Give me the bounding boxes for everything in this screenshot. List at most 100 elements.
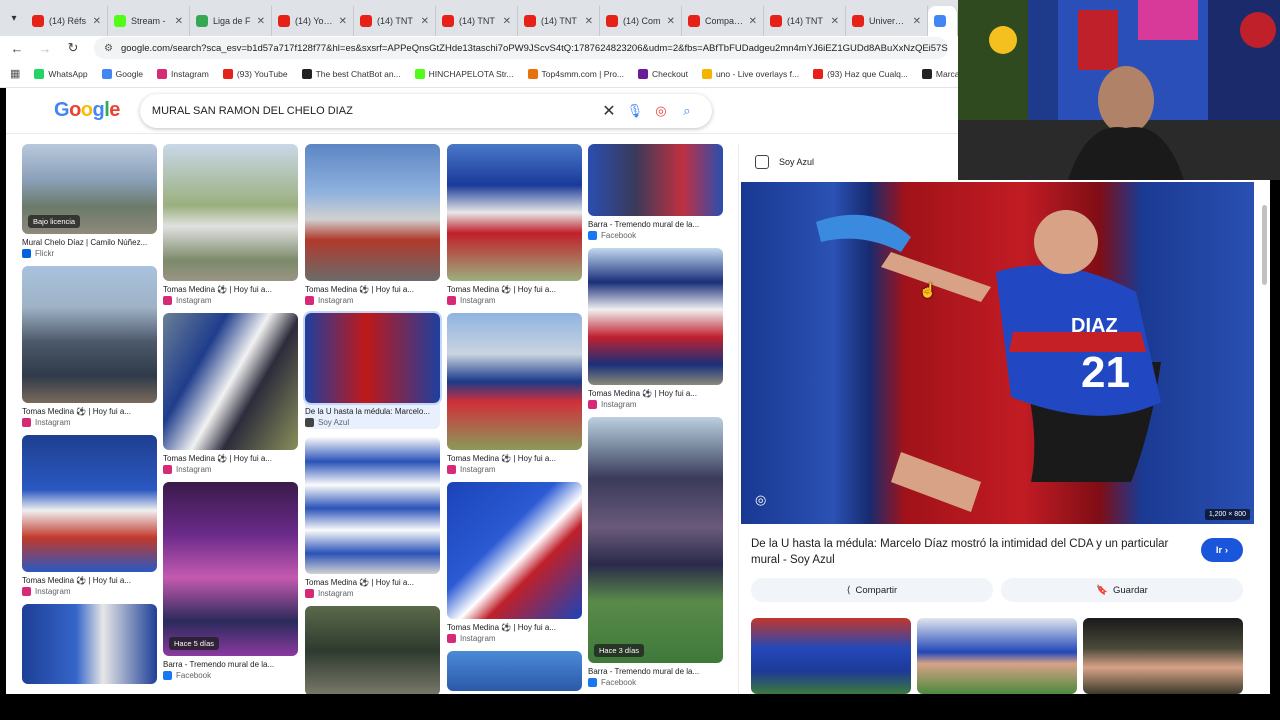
browser-tab[interactable]: Liga de F ✕ xyxy=(190,6,272,36)
image-result[interactable]: Hace 5 días Barra - Tremendo mural de la.… xyxy=(163,482,298,680)
tab-close-icon[interactable]: ✕ xyxy=(175,16,183,27)
preview-title[interactable]: De la U hasta la médula: Marcelo Díaz mo… xyxy=(751,536,1191,568)
tab-close-icon[interactable]: ✕ xyxy=(421,16,429,27)
apps-grid-icon[interactable]: ▦ xyxy=(10,67,20,80)
search-input[interactable]: MURAL SAN RAMON DEL CHELO DIAZ ✕ 🎙 ◎ ⌕ xyxy=(139,93,712,128)
result-thumbnail[interactable] xyxy=(22,266,157,403)
browser-tab[interactable]: (14) TNT ✕ xyxy=(764,6,846,36)
result-title[interactable]: Barra - Tremendo mural de la... xyxy=(163,660,298,669)
image-result[interactable]: Barra - Tremendo mural de la... Facebook xyxy=(588,144,723,240)
bookmark-item[interactable]: (93) YouTube xyxy=(222,68,288,79)
image-result[interactable]: Tomas Medina ⚽ | Hoy fui a... Instagram xyxy=(588,248,723,409)
result-thumbnail[interactable] xyxy=(163,144,298,281)
image-result[interactable]: De la U hasta la médula: Marcelo... Soy A… xyxy=(303,311,442,429)
clear-icon[interactable]: ✕ xyxy=(596,101,622,121)
browser-tab[interactable]: (14) Com ✕ xyxy=(600,6,682,36)
bookmark-item[interactable]: Top4smm.com | Pro... xyxy=(527,68,624,79)
save-button[interactable]: 🔖 Guardar xyxy=(1001,578,1243,602)
result-title[interactable]: Barra - Tremendo mural de la... xyxy=(588,220,723,229)
search-query[interactable]: MURAL SAN RAMON DEL CHELO DIAZ xyxy=(152,105,596,117)
browser-tab[interactable]: (14) TNT ✕ xyxy=(436,6,518,36)
result-thumbnail[interactable]: Hace 3 días xyxy=(588,417,723,663)
visit-button[interactable]: Ir › xyxy=(1201,538,1243,562)
result-title[interactable]: De la U hasta la médula: Marcelo... xyxy=(305,407,440,416)
result-title[interactable]: Tomas Medina ⚽ | Hoy fui a... xyxy=(163,285,298,294)
result-thumbnail[interactable] xyxy=(22,604,157,684)
site-info-icon[interactable]: ⚙ xyxy=(104,43,113,54)
result-thumbnail[interactable] xyxy=(305,606,440,694)
result-title[interactable]: Tomas Medina ⚽ | Hoy fui a... xyxy=(305,578,440,587)
bookmark-item[interactable]: uno - Live overlays f... xyxy=(701,68,799,79)
search-icon[interactable]: ⌕ xyxy=(674,103,700,119)
tab-search-icon[interactable]: ▾ xyxy=(8,7,20,29)
browser-tab[interactable]: (14) TNT ✕ xyxy=(354,6,436,36)
result-title[interactable]: Tomas Medina ⚽ | Hoy fui a... xyxy=(588,389,723,398)
result-thumbnail[interactable]: Bajo licencia xyxy=(22,144,157,234)
tab-close-icon[interactable]: ✕ xyxy=(257,16,265,27)
result-title[interactable]: Tomas Medina ⚽ | Hoy fui a... xyxy=(22,576,157,585)
browser-tab[interactable]: (14) TNT ✕ xyxy=(518,6,600,36)
image-result[interactable]: Tomas Medina ⚽ | Hoy fui a... Instagram xyxy=(22,266,157,427)
preview-image[interactable]: DIAZ 21 ◎ 1,200 × 800 xyxy=(741,182,1254,524)
tab-close-icon[interactable]: ✕ xyxy=(749,16,757,27)
result-thumbnail[interactable] xyxy=(447,482,582,619)
browser-tab[interactable]: (14) Réfs ✕ xyxy=(26,6,108,36)
back-icon[interactable]: ← xyxy=(10,41,24,56)
image-result[interactable]: Tomas Medina ⚽ | Hoy fui a... Instagram xyxy=(305,437,440,598)
result-title[interactable]: Barra - Tremendo mural de la... xyxy=(588,667,723,676)
share-button[interactable]: ⟨ Compartir xyxy=(751,578,993,602)
tab-close-icon[interactable]: ✕ xyxy=(93,16,101,27)
result-title[interactable]: Mural Chelo Díaz | Camilo Núñez... xyxy=(22,238,157,247)
image-result[interactable]: Tomas Medina ⚽ | Hoy fui a... Instagram xyxy=(22,435,157,596)
result-thumbnail[interactable] xyxy=(447,651,582,691)
lens-search-icon[interactable]: ◎ xyxy=(755,492,773,510)
image-result[interactable] xyxy=(447,651,582,691)
result-thumbnail[interactable] xyxy=(588,248,723,385)
google-logo[interactable]: Google xyxy=(54,99,120,122)
result-thumbnail[interactable] xyxy=(305,144,440,281)
image-result[interactable] xyxy=(22,604,157,684)
bookmark-item[interactable]: Google xyxy=(101,68,143,79)
image-result[interactable]: Tomas Medina ⚽ | Hoy fui a... Instagram xyxy=(163,144,298,305)
mic-icon[interactable]: 🎙 xyxy=(622,103,648,119)
related-image[interactable] xyxy=(1083,618,1243,694)
result-thumbnail[interactable] xyxy=(163,313,298,450)
image-result[interactable]: Tomas Medina ⚽ | Hoy fui a... Instagram xyxy=(447,144,582,305)
result-title[interactable]: Tomas Medina ⚽ | Hoy fui a... xyxy=(447,285,582,294)
reload-icon[interactable]: ↻ xyxy=(66,40,80,56)
result-title[interactable]: Tomas Medina ⚽ | Hoy fui a... xyxy=(447,623,582,632)
tab-close-icon[interactable]: ✕ xyxy=(831,16,839,27)
result-thumbnail[interactable] xyxy=(305,437,440,574)
image-result[interactable]: Bajo licencia Mural Chelo Díaz | Camilo N… xyxy=(22,144,157,258)
related-image[interactable] xyxy=(917,618,1077,694)
bookmark-item[interactable]: HINCHAPELOTA Str... xyxy=(414,68,514,79)
result-thumbnail[interactable] xyxy=(588,144,723,216)
lens-icon[interactable]: ◎ xyxy=(648,103,674,119)
tab-close-icon[interactable]: ✕ xyxy=(913,16,921,27)
tab-close-icon[interactable]: ✕ xyxy=(667,16,675,27)
scrollbar[interactable]: ▲ xyxy=(1262,148,1269,688)
image-result[interactable]: Tomas Medina ⚽ | Hoy fui a... Instagram xyxy=(305,144,440,305)
browser-tab[interactable]: Universida ✕ xyxy=(846,6,928,36)
browser-tab[interactable] xyxy=(928,6,958,36)
result-thumbnail[interactable]: Hace 5 días xyxy=(163,482,298,656)
image-result[interactable]: Hace 3 días Barra - Tremendo mural de la.… xyxy=(588,417,723,687)
image-result[interactable] xyxy=(305,606,440,694)
tab-close-icon[interactable]: ✕ xyxy=(585,16,593,27)
bookmark-item[interactable]: Checkout xyxy=(638,68,688,79)
tab-close-icon[interactable]: ✕ xyxy=(503,16,511,27)
related-image[interactable] xyxy=(751,618,911,694)
bookmark-item[interactable]: (93) Haz que Cualq... xyxy=(813,68,908,79)
bookmark-item[interactable]: WhatsApp xyxy=(34,68,88,79)
browser-tab[interactable]: Stream - ✕ xyxy=(108,6,190,36)
result-thumbnail[interactable] xyxy=(447,144,582,281)
browser-tab[interactable]: Compacta ✕ xyxy=(682,6,764,36)
image-result[interactable]: Tomas Medina ⚽ | Hoy fui a... Instagram xyxy=(447,482,582,643)
bookmark-item[interactable]: The best ChatBot an... xyxy=(301,68,401,79)
scroll-thumb[interactable] xyxy=(1262,205,1267,285)
address-bar[interactable]: ⚙ google.com/search?sca_esv=b1d57a717f12… xyxy=(94,37,948,59)
browser-tab[interactable]: (14) YouT ✕ xyxy=(272,6,354,36)
tab-close-icon[interactable]: ✕ xyxy=(339,16,347,27)
result-title[interactable]: Tomas Medina ⚽ | Hoy fui a... xyxy=(22,407,157,416)
image-result[interactable]: Tomas Medina ⚽ | Hoy fui a... Instagram xyxy=(447,313,582,474)
